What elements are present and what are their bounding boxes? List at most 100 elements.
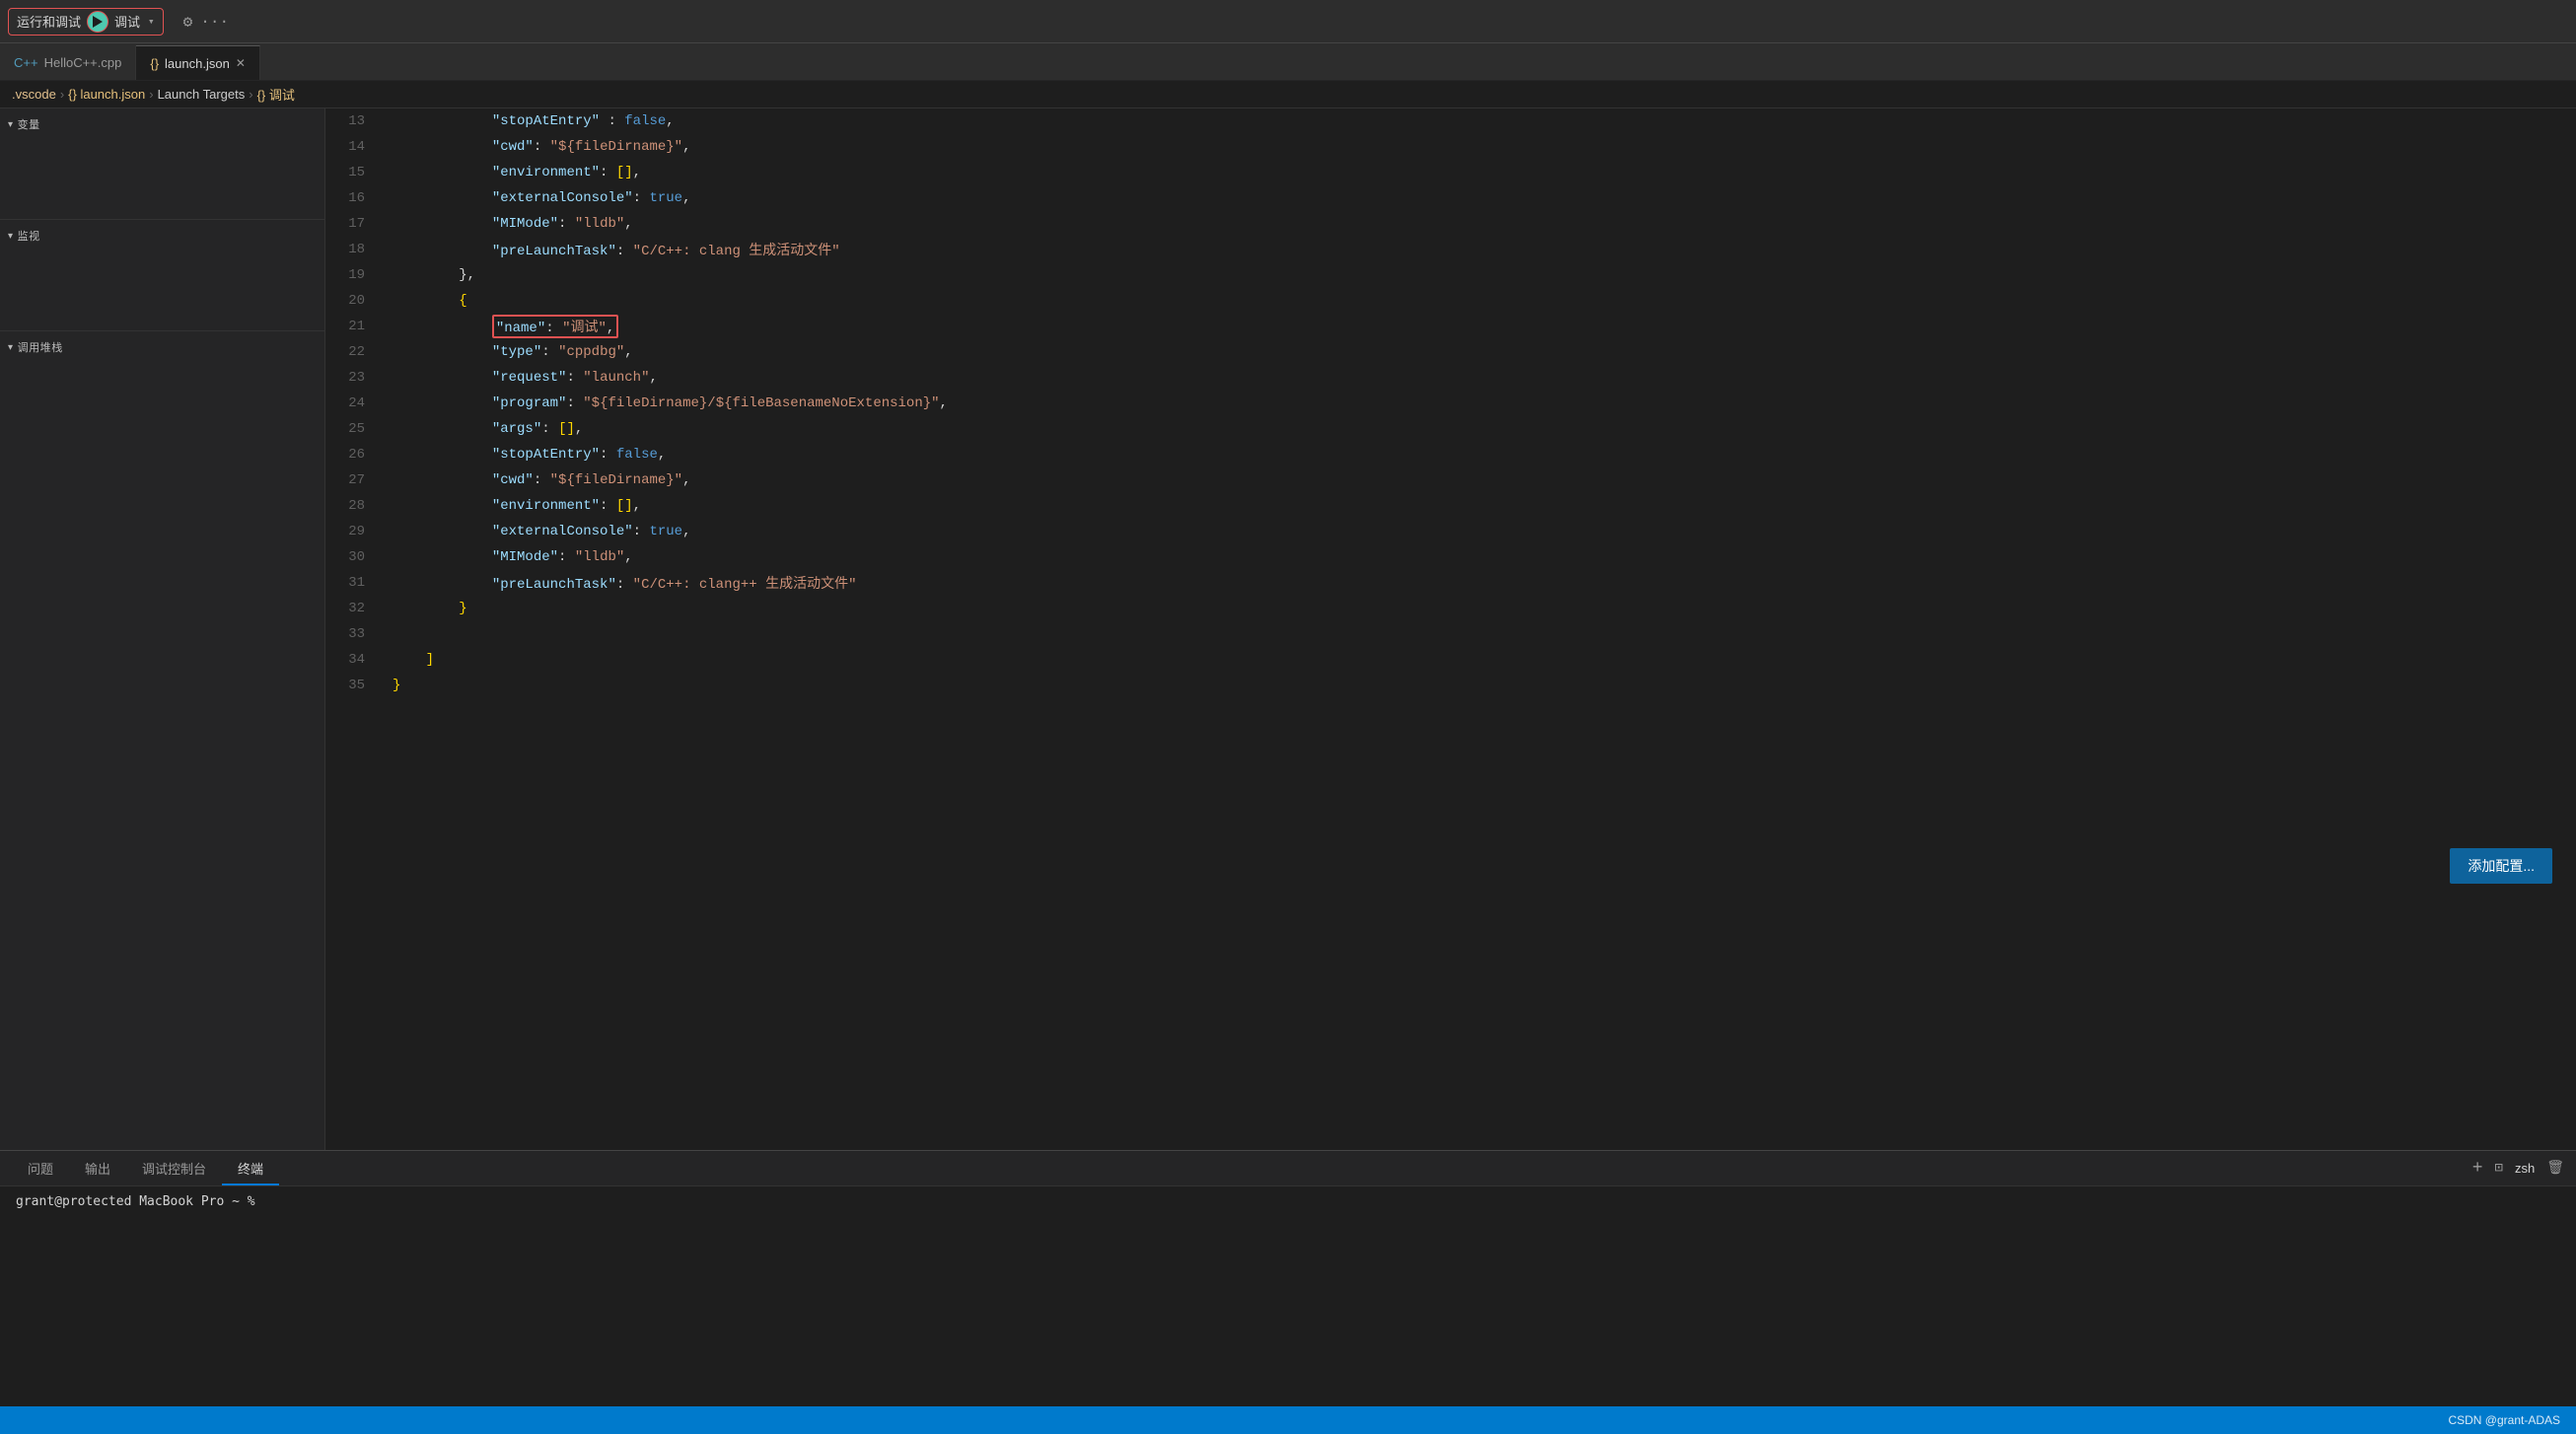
panel-tab-debug-console[interactable]: 调试控制台 — [126, 1153, 222, 1185]
tab-close-icon[interactable]: ✕ — [236, 56, 246, 70]
variables-label: 变量 — [18, 116, 40, 132]
line-content: "args": [], — [385, 416, 2576, 442]
terminal-line: grant@protected MacBook Pro ~ % — [16, 1194, 2560, 1209]
table-row: 16 "externalConsole": true, — [325, 185, 2576, 211]
tab-hello-cpp[interactable]: C++ HelloC++.cpp — [0, 45, 136, 80]
line-content: "externalConsole": true, — [385, 519, 2576, 544]
line-number: 28 — [325, 493, 385, 519]
line-content: "cwd": "${fileDirname}", — [385, 467, 2576, 493]
line-content: } — [385, 596, 2576, 621]
table-row: 23 "request": "launch", — [325, 365, 2576, 391]
watch-section: ▾ 监视 — [0, 220, 324, 331]
top-bar: 运行和调试 调试 ▾ ⚙ ··· — [0, 0, 2576, 43]
table-row: 24 "program": "${fileDirname}/${fileBase… — [325, 391, 2576, 416]
gear-icon[interactable]: ⚙ — [183, 12, 193, 32]
panel-tab-output[interactable]: 输出 — [69, 1153, 126, 1185]
line-content: "stopAtEntry" : false, — [385, 108, 2576, 134]
line-content: "environment": [], — [385, 493, 2576, 519]
table-row: 26 "stopAtEntry": false, — [325, 442, 2576, 467]
breadcrumb-launch-targets[interactable]: Launch Targets — [158, 87, 246, 102]
line-content: "preLaunchTask": "C/C++: clang++ 生成活动文件" — [385, 570, 2576, 596]
table-row: 25 "args": [], — [325, 416, 2576, 442]
cpp-file-icon: C++ — [14, 55, 38, 70]
line-number: 13 — [325, 108, 385, 134]
watch-label: 监视 — [18, 228, 40, 244]
panel-tab-terminal[interactable]: 终端 — [222, 1153, 279, 1185]
table-row: 35} — [325, 673, 2576, 698]
line-number: 14 — [325, 134, 385, 160]
line-content: "program": "${fileDirname}/${fileBasenam… — [385, 391, 2576, 416]
code-lines: 13 "stopAtEntry" : false,14 "cwd": "${fi… — [325, 108, 2576, 698]
tab-label-hello-cpp: HelloC++.cpp — [44, 55, 122, 70]
line-content: "request": "launch", — [385, 365, 2576, 391]
breadcrumb-vscode[interactable]: .vscode — [12, 87, 56, 102]
line-number: 27 — [325, 467, 385, 493]
line-content: }, — [385, 262, 2576, 288]
table-row: 13 "stopAtEntry" : false, — [325, 108, 2576, 134]
line-content — [385, 621, 2576, 647]
breadcrumb-launch-json[interactable]: {} launch.json — [68, 87, 145, 102]
table-row: 21 "name": "调试", — [325, 314, 2576, 339]
table-row: 32 } — [325, 596, 2576, 621]
split-terminal-icon[interactable]: ⊡ — [2495, 1160, 2503, 1177]
line-number: 35 — [325, 673, 385, 698]
table-row: 33 — [325, 621, 2576, 647]
variables-header[interactable]: ▾ 变量 — [0, 108, 324, 140]
more-options-icon[interactable]: ··· — [200, 13, 229, 31]
line-number: 26 — [325, 442, 385, 467]
run-debug-section: 运行和调试 调试 ▾ — [8, 8, 164, 36]
table-row: 29 "externalConsole": true, — [325, 519, 2576, 544]
terminal-label: zsh — [2515, 1161, 2535, 1176]
table-row: 31 "preLaunchTask": "C/C++: clang++ 生成活动… — [325, 570, 2576, 596]
new-terminal-icon[interactable]: + — [2472, 1159, 2483, 1179]
line-number: 21 — [325, 314, 385, 339]
table-row: 18 "preLaunchTask": "C/C++: clang 生成活动文件… — [325, 237, 2576, 262]
breadcrumb: .vscode › {} launch.json › Launch Target… — [0, 81, 2576, 108]
watch-body — [0, 251, 324, 330]
table-row: 34 ] — [325, 647, 2576, 673]
line-content: "MIMode": "lldb", — [385, 211, 2576, 237]
play-button[interactable] — [87, 11, 108, 33]
line-number: 19 — [325, 262, 385, 288]
line-number: 15 — [325, 160, 385, 185]
table-row: 15 "environment": [], — [325, 160, 2576, 185]
add-config-button[interactable]: 添加配置... — [2450, 848, 2552, 884]
variables-chevron-icon: ▾ — [8, 119, 14, 130]
line-number: 33 — [325, 621, 385, 647]
delete-terminal-icon[interactable]: 🗑 — [2546, 1160, 2564, 1177]
status-bar: CSDN @grant-ADAS — [0, 1406, 2576, 1434]
line-number: 29 — [325, 519, 385, 544]
callstack-label: 调用堆栈 — [18, 339, 63, 355]
chevron-down-icon[interactable]: ▾ — [148, 15, 155, 29]
watch-header[interactable]: ▾ 监视 — [0, 220, 324, 251]
variables-body — [0, 140, 324, 219]
code-container[interactable]: 13 "stopAtEntry" : false,14 "cwd": "${fi… — [325, 108, 2576, 1150]
callstack-section: ▾ 调用堆栈 — [0, 331, 324, 1150]
line-number: 25 — [325, 416, 385, 442]
table-row: 30 "MIMode": "lldb", — [325, 544, 2576, 570]
terminal-content[interactable]: grant@protected MacBook Pro ~ % — [0, 1186, 2576, 1406]
panel-tabs: 问题 输出 调试控制台 终端 — [12, 1151, 279, 1185]
editor-area: 13 "stopAtEntry" : false,14 "cwd": "${fi… — [325, 108, 2576, 1150]
watch-chevron-icon: ▾ — [8, 231, 14, 242]
tab-launch-json[interactable]: {} launch.json ✕ — [136, 45, 260, 80]
line-number: 20 — [325, 288, 385, 314]
main-area: ▾ 变量 ▾ 监视 ▾ 调用堆栈 13 "stopAtEntry" : fals… — [0, 108, 2576, 1150]
json-file-icon: {} — [150, 56, 159, 71]
callstack-header[interactable]: ▾ 调用堆栈 — [0, 331, 324, 363]
line-content: "stopAtEntry": false, — [385, 442, 2576, 467]
line-content: "type": "cppdbg", — [385, 339, 2576, 365]
line-number: 34 — [325, 647, 385, 673]
table-row: 27 "cwd": "${fileDirname}", — [325, 467, 2576, 493]
debug-config-name: 调试 — [114, 12, 140, 31]
table-row: 19 }, — [325, 262, 2576, 288]
line-content: "preLaunchTask": "C/C++: clang 生成活动文件" — [385, 237, 2576, 262]
table-row: 17 "MIMode": "lldb", — [325, 211, 2576, 237]
breadcrumb-debug[interactable]: {} 调试 — [257, 85, 295, 104]
panel-tab-problems[interactable]: 问题 — [12, 1153, 69, 1185]
line-content: "cwd": "${fileDirname}", — [385, 134, 2576, 160]
line-content: "name": "调试", — [385, 314, 2576, 339]
line-number: 24 — [325, 391, 385, 416]
line-content: ] — [385, 647, 2576, 673]
editor-tabs: C++ HelloC++.cpp {} launch.json ✕ — [0, 43, 2576, 81]
